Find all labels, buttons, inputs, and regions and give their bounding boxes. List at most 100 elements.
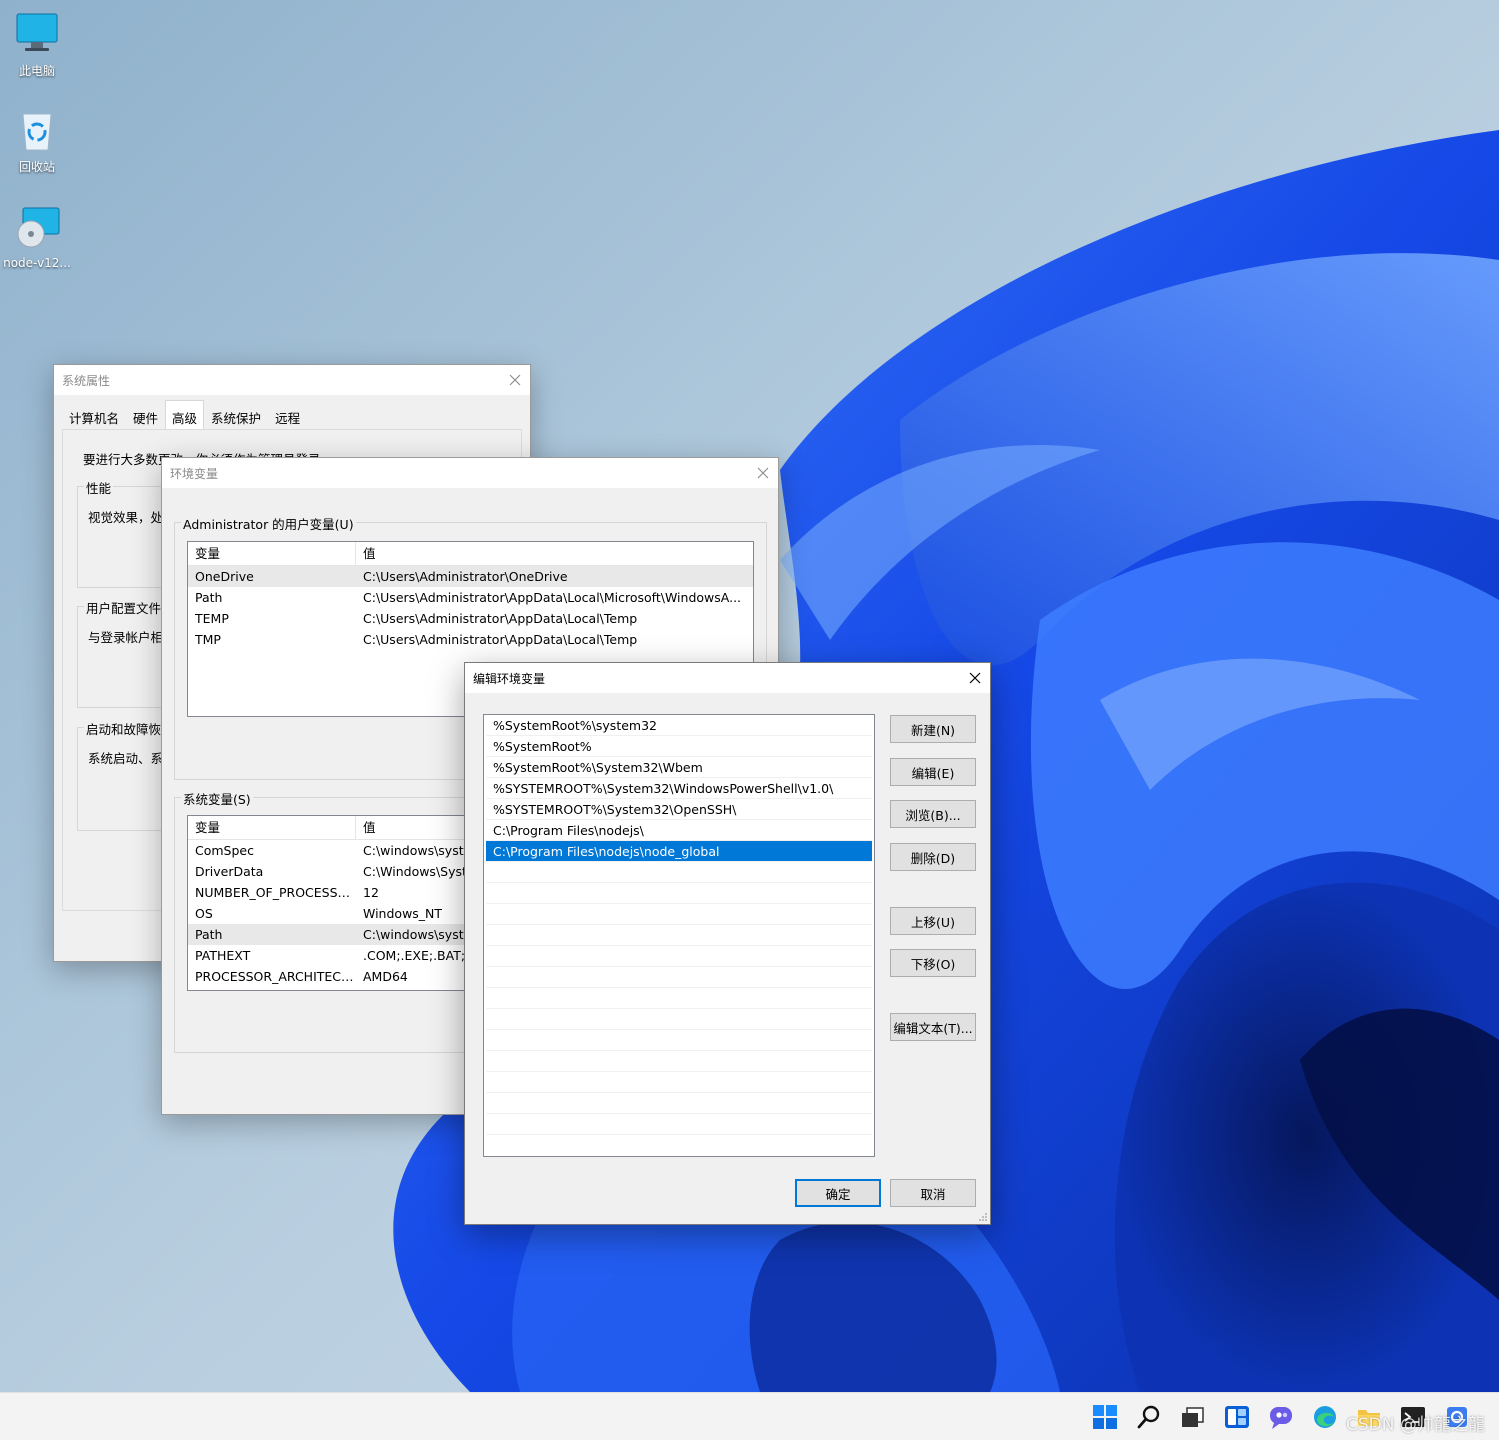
tab-system-protection[interactable]: 系统保护	[204, 403, 268, 432]
list-item-empty[interactable]	[486, 904, 872, 925]
table-row[interactable]: Path C:\Users\Administrator\AppData\Loca…	[188, 587, 753, 608]
list-item-empty[interactable]	[486, 1009, 872, 1030]
cell-variable: PROCESSOR_ARCHITECT...	[195, 969, 356, 984]
list-item-empty[interactable]	[486, 883, 872, 904]
list-item-empty[interactable]	[486, 946, 872, 967]
window-title: 环境变量	[170, 466, 219, 481]
cell-value: C:\Users\Administrator\AppData\Local\Tem…	[363, 632, 638, 647]
desktop-icon-label: 此电脑	[18, 64, 55, 78]
edit-environment-variable-dialog: 编辑环境变量 %SystemRoot%\system32 %SystemRoot…	[464, 662, 991, 1225]
watermark-text: CSDN @帅龍之龍	[1346, 1415, 1485, 1435]
move-down-button[interactable]: 下移(O)	[890, 949, 976, 977]
task-view-icon[interactable]	[1180, 1404, 1206, 1430]
list-item[interactable]: %SYSTEMROOT%\System32\WindowsPowerShell\…	[486, 778, 872, 799]
close-button[interactable]	[500, 365, 530, 395]
title-bar[interactable]: 系统属性	[54, 365, 530, 395]
system-variables-label: 系统变量(S)	[181, 789, 253, 808]
list-item[interactable]: %SystemRoot%\System32\Wbem	[486, 757, 872, 778]
list-item[interactable]: %SystemRoot%	[486, 736, 872, 757]
tab-computer-name[interactable]: 计算机名	[62, 403, 126, 432]
tab-remote[interactable]: 远程	[268, 403, 307, 432]
cancel-button[interactable]: 取消	[890, 1179, 976, 1207]
new-button[interactable]: 新建(N)	[890, 715, 976, 743]
cell-value: C:\Users\Administrator\OneDrive	[363, 569, 568, 584]
column-header-variable[interactable]: 变量	[188, 542, 356, 566]
start-icon[interactable]	[1092, 1404, 1118, 1430]
column-header-variable[interactable]: 变量	[188, 816, 356, 840]
cell-value: 12	[363, 885, 379, 900]
delete-button[interactable]: 删除(D)	[890, 843, 976, 871]
edit-text-button[interactable]: 编辑文本(T)...	[890, 1013, 976, 1041]
list-item[interactable]: C:\Program Files\nodejs\	[486, 820, 872, 841]
cell-variable: TEMP	[195, 611, 229, 626]
list-item-empty[interactable]	[486, 1114, 872, 1135]
desktop-icon-label: node-v12...	[3, 256, 71, 270]
cell-variable: TMP	[195, 632, 221, 647]
ok-button[interactable]: 确定	[795, 1179, 881, 1207]
list-item-selected[interactable]: C:\Program Files\nodejs\node_global	[486, 841, 872, 862]
taskbar	[0, 1392, 1499, 1440]
computer-icon	[13, 10, 61, 58]
list-item-empty[interactable]	[486, 988, 872, 1009]
user-variables-label: Administrator 的用户变量(U)	[181, 514, 356, 533]
close-button[interactable]	[960, 663, 990, 693]
cell-value: C:\Users\Administrator\AppData\Local\Tem…	[363, 611, 638, 626]
list-item-empty[interactable]	[486, 1072, 872, 1093]
list-item-empty[interactable]	[486, 1030, 872, 1051]
close-icon	[757, 467, 769, 479]
title-bar[interactable]: 环境变量	[162, 458, 778, 488]
desktop-icon-label: 回收站	[18, 160, 55, 174]
window-title: 编辑环境变量	[473, 671, 546, 686]
cell-variable: OneDrive	[195, 569, 254, 584]
edge-icon[interactable]	[1312, 1404, 1338, 1430]
table-row[interactable]: OneDrive C:\Users\Administrator\OneDrive	[188, 566, 753, 587]
desktop-icon-this-pc[interactable]: 此电脑	[2, 10, 72, 79]
cell-value: AMD64	[363, 969, 408, 984]
widgets-icon[interactable]	[1224, 1404, 1250, 1430]
group-description: 与登录帐户相	[88, 630, 164, 645]
group-description: 视觉效果，处	[88, 510, 164, 525]
group-description: 系统启动、系	[88, 751, 164, 766]
installer-disc-icon	[13, 204, 61, 252]
browse-button[interactable]: 浏览(B)...	[890, 800, 976, 828]
list-item[interactable]: %SystemRoot%\system32	[486, 715, 872, 736]
search-icon[interactable]	[1136, 1404, 1162, 1430]
title-bar[interactable]: 编辑环境变量	[465, 663, 990, 693]
chat-icon[interactable]	[1268, 1404, 1294, 1430]
list-item-empty[interactable]	[486, 925, 872, 946]
cell-variable: ComSpec	[195, 843, 254, 858]
window-title: 系统属性	[62, 373, 111, 388]
list-item-empty[interactable]	[486, 862, 872, 883]
cell-variable: PATHEXT	[195, 948, 251, 963]
cell-variable: Path	[195, 590, 223, 605]
move-up-button[interactable]: 上移(U)	[890, 907, 976, 935]
cell-value: Windows_NT	[363, 906, 443, 921]
group-legend: 性能	[84, 478, 114, 497]
close-button[interactable]	[748, 458, 778, 488]
edit-button[interactable]: 编辑(E)	[890, 758, 976, 786]
tab-advanced[interactable]: 高级	[165, 400, 205, 432]
column-header-value[interactable]: 值	[356, 816, 376, 840]
close-icon	[969, 672, 981, 684]
tab-hardware[interactable]: 硬件	[126, 403, 165, 432]
close-icon	[509, 374, 521, 386]
cell-variable: DriverData	[195, 864, 264, 879]
table-row[interactable]: TEMP C:\Users\Administrator\AppData\Loca…	[188, 608, 753, 629]
list-item-empty[interactable]	[486, 1051, 872, 1072]
list-item-empty[interactable]	[486, 967, 872, 988]
cell-variable: NUMBER_OF_PROCESSORS	[195, 885, 356, 900]
cell-variable: Path	[195, 927, 223, 942]
table-row[interactable]: TMP C:\Users\Administrator\AppData\Local…	[188, 629, 753, 650]
resize-grip-icon[interactable]	[978, 1212, 988, 1222]
path-entries-list[interactable]: %SystemRoot%\system32 %SystemRoot% %Syst…	[483, 714, 875, 1157]
tab-strip: 计算机名 硬件 高级 系统保护 远程	[62, 400, 307, 432]
recycle-bin-icon	[13, 106, 61, 154]
desktop-icon-recycle-bin[interactable]: 回收站	[2, 106, 72, 175]
list-item[interactable]: %SYSTEMROOT%\System32\OpenSSH\	[486, 799, 872, 820]
column-header-value[interactable]: 值	[356, 542, 376, 566]
group-legend: 用户配置文件	[84, 598, 164, 617]
desktop-icon-node-installer[interactable]: node-v12...	[2, 204, 72, 270]
cell-value: C:\Users\Administrator\AppData\Local\Mic…	[363, 590, 742, 605]
table-header: 变量 值	[188, 542, 753, 566]
list-item-empty[interactable]	[486, 1093, 872, 1114]
